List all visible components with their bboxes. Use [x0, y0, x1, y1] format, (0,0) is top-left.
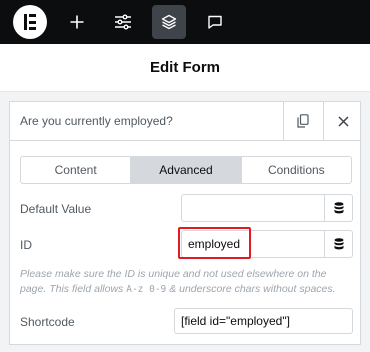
database-icon: [334, 202, 343, 214]
shortcode-input[interactable]: [174, 308, 353, 334]
field-settings-panel: Content Advanced Conditions Default Valu…: [9, 141, 361, 345]
duplicate-button[interactable]: [285, 102, 321, 140]
help-text-part: & underscore chars without spaces.: [169, 283, 336, 295]
chat-bubble-icon: [208, 15, 222, 29]
shortcode-label: Shortcode: [20, 315, 75, 329]
top-toolbar: [0, 0, 370, 44]
field-item-label: Are you currently employed?: [20, 114, 173, 128]
structure-button[interactable]: [152, 5, 186, 39]
sliders-icon: [115, 14, 131, 30]
copy-icon: [297, 114, 309, 128]
add-element-button[interactable]: [60, 5, 94, 39]
help-code: A-z 0-9: [126, 284, 167, 295]
default-value-input[interactable]: [181, 194, 325, 222]
id-input-highlight: [178, 227, 251, 259]
site-settings-button[interactable]: [106, 5, 140, 39]
tab-advanced[interactable]: Advanced: [130, 157, 241, 183]
id-help-text: Please make sure the ID is unique and no…: [20, 267, 355, 297]
tab-content[interactable]: Content: [21, 157, 130, 183]
panel-header: Edit Form: [0, 44, 370, 92]
dynamic-tags-button[interactable]: [325, 194, 353, 222]
default-value-label: Default Value: [20, 202, 92, 216]
page-title: Edit Form: [150, 59, 220, 76]
layers-icon: [161, 14, 177, 30]
dynamic-tags-button[interactable]: [325, 230, 353, 258]
elementor-logo-icon[interactable]: [13, 5, 47, 39]
divider: [323, 102, 324, 140]
plus-icon: [70, 15, 84, 29]
settings-tabs: Content Advanced Conditions: [20, 156, 352, 184]
notes-button[interactable]: [198, 5, 232, 39]
field-item-header[interactable]: Are you currently employed?: [9, 101, 361, 141]
remove-button[interactable]: [325, 102, 361, 140]
tab-conditions[interactable]: Conditions: [240, 157, 351, 183]
divider: [283, 102, 284, 140]
close-icon: [337, 115, 349, 127]
database-icon: [334, 238, 343, 250]
id-label: ID: [20, 238, 32, 252]
